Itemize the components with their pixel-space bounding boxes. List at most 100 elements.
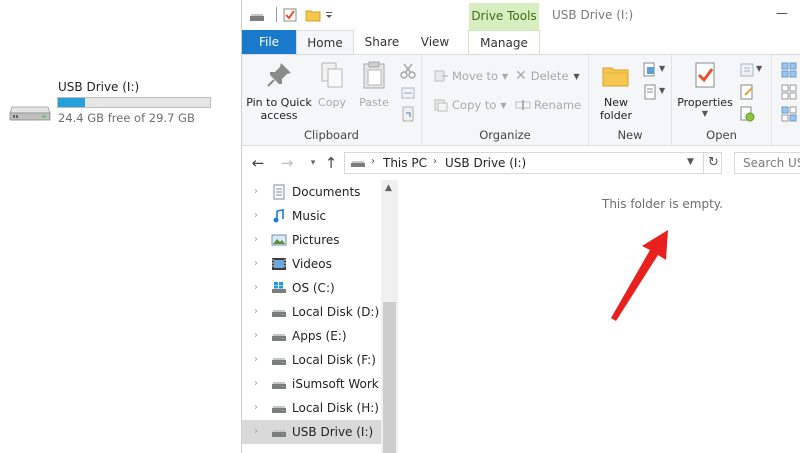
new-group: New folder ▼ ▼ New [589,55,672,146]
select-none-icon[interactable] [780,83,798,101]
delete-button[interactable]: ✕ Delete ▼ [515,68,580,84]
move-to-button[interactable]: Move to ▼ [433,68,508,84]
open-dropdown-icon[interactable]: ▼ [756,64,762,73]
copy-to-button[interactable]: Copy to ▼ [433,97,507,113]
paste-label: Paste [359,96,389,109]
nav-item[interactable]: › Pictures [242,228,382,252]
nav-item-label: Local Disk (H:) [292,401,379,415]
up-arrow-icon[interactable]: ↑ [322,154,340,172]
address-history-dropdown-icon[interactable]: ▼ [687,157,694,167]
refresh-icon[interactable]: ↻ [703,153,723,173]
search-input[interactable]: Search USB [734,152,800,174]
nav-item[interactable]: › Videos [242,252,382,276]
back-arrow-icon[interactable]: ← [249,154,267,172]
videos-icon [272,258,286,270]
edit-icon[interactable] [738,83,756,101]
nav-item[interactable]: › iSumsoft Work (G:) [242,372,382,396]
breadcrumb-usb-drive[interactable]: USB Drive (I:) [445,156,526,170]
copy-to-icon [434,99,448,112]
expand-chevron-icon[interactable]: › [254,186,258,197]
organize-group-label: Organize [479,128,531,142]
new-folder-button[interactable]: New folder [595,59,637,122]
expand-chevron-icon[interactable]: › [254,210,258,221]
expand-chevron-icon[interactable]: › [254,330,258,341]
paste-button[interactable]: Paste [355,59,393,109]
file-list-area[interactable]: This folder is empty. [398,180,800,453]
drive-name: USB Drive (I:) [58,80,140,94]
nav-item-label: Videos [292,257,332,271]
organize-group: Move to ▼ Copy to ▼ ✕ Delete ▼ Rename Or… [422,55,589,146]
expand-chevron-icon[interactable]: › [254,258,258,269]
invert-selection-icon[interactable] [780,105,798,123]
copy-path-icon[interactable] [399,84,417,102]
minimize-button[interactable]: — [772,5,792,21]
pictures-icon [271,234,287,246]
nav-item[interactable]: › Local Disk (D:) [242,300,382,324]
breadcrumb-chevron-icon[interactable]: › [433,156,437,167]
nav-item[interactable]: › Documents [242,180,382,204]
new-folder-quick-icon[interactable] [304,6,322,24]
open-group-label: Open [706,128,737,142]
nav-item-label: Documents [292,185,361,199]
music-icon [273,209,284,223]
expand-chevron-icon[interactable]: › [254,426,258,437]
scroll-up-icon[interactable]: ▲ [385,183,392,193]
easy-access-icon[interactable] [641,83,659,101]
pin-to-quick-access-button[interactable]: Pin to Quick access [246,59,312,122]
history-icon[interactable] [738,105,756,123]
expand-chevron-icon[interactable]: › [254,402,258,413]
cut-icon[interactable] [399,62,417,80]
copy-button[interactable]: Copy [314,59,350,109]
usb-drive-icon [272,430,286,437]
nav-item[interactable]: › USB Drive (I:) [242,420,382,444]
nav-item-label: OS (C:) [292,281,335,295]
new-item-dropdown-icon[interactable]: ▼ [659,64,665,73]
drive-panel: USB Drive (I:) 24.4 GB free of 29.7 GB [0,0,242,453]
select-all-icon[interactable] [780,61,798,79]
new-item-icon[interactable] [641,61,659,79]
properties-label: Properties [677,96,733,109]
customize-toolbar-icon[interactable] [324,6,334,24]
expand-chevron-icon[interactable]: › [254,282,258,293]
documents-icon [273,184,285,200]
rename-button[interactable]: Rename [515,97,581,113]
recent-locations-chevron-icon[interactable]: ▾ [304,154,322,172]
nav-item[interactable]: › Apps (E:) [242,324,382,348]
move-to-label: Move to [452,69,499,83]
select-group [772,55,800,146]
new-group-label: New [617,128,643,142]
tab-manage[interactable]: Manage [468,30,540,54]
open-icon[interactable] [738,61,756,79]
tab-home[interactable]: Home [296,30,354,55]
rename-label: Rename [534,98,582,112]
drive-icon [272,334,286,341]
breadcrumb-this-pc[interactable]: This PC [383,156,427,170]
address-bar[interactable]: › This PC › USB Drive (I:) ▼ ↻ [344,152,722,174]
drive-tile-usb[interactable]: USB Drive (I:) 24.4 GB free of 29.7 GB [6,80,226,130]
paste-shortcut-icon[interactable] [399,105,417,123]
move-to-icon [434,70,448,82]
drive-icon [272,358,286,365]
nav-scrollbar-thumb[interactable] [383,302,396,453]
nav-item[interactable]: › Local Disk (F:) [242,348,382,372]
nav-item[interactable]: › OS (C:) [242,276,382,300]
properties-check-icon[interactable] [281,6,299,24]
expand-chevron-icon[interactable]: › [254,354,258,365]
drive-usage-fill [58,98,86,107]
tab-file[interactable]: File [242,30,296,54]
breadcrumb-chevron-icon[interactable]: › [371,156,375,167]
nav-item[interactable]: › Music [242,204,382,228]
expand-chevron-icon[interactable]: › [254,306,258,317]
nav-item-label: Pictures [292,233,340,247]
expand-chevron-icon[interactable]: › [254,378,258,389]
nav-scrollbar[interactable]: ▲ [381,180,398,453]
rename-icon [515,100,531,110]
tab-view[interactable]: View [410,30,460,54]
easy-access-dropdown-icon[interactable]: ▼ [659,86,665,95]
properties-button[interactable]: Properties ▼ [676,59,734,118]
nav-item[interactable]: › Local Disk (H:) [242,396,382,420]
tab-share[interactable]: Share [357,30,407,54]
expand-chevron-icon[interactable]: › [254,234,258,245]
drive-tools-contextual-tab: Drive Tools [469,3,539,30]
forward-arrow-icon[interactable]: → [278,154,296,172]
